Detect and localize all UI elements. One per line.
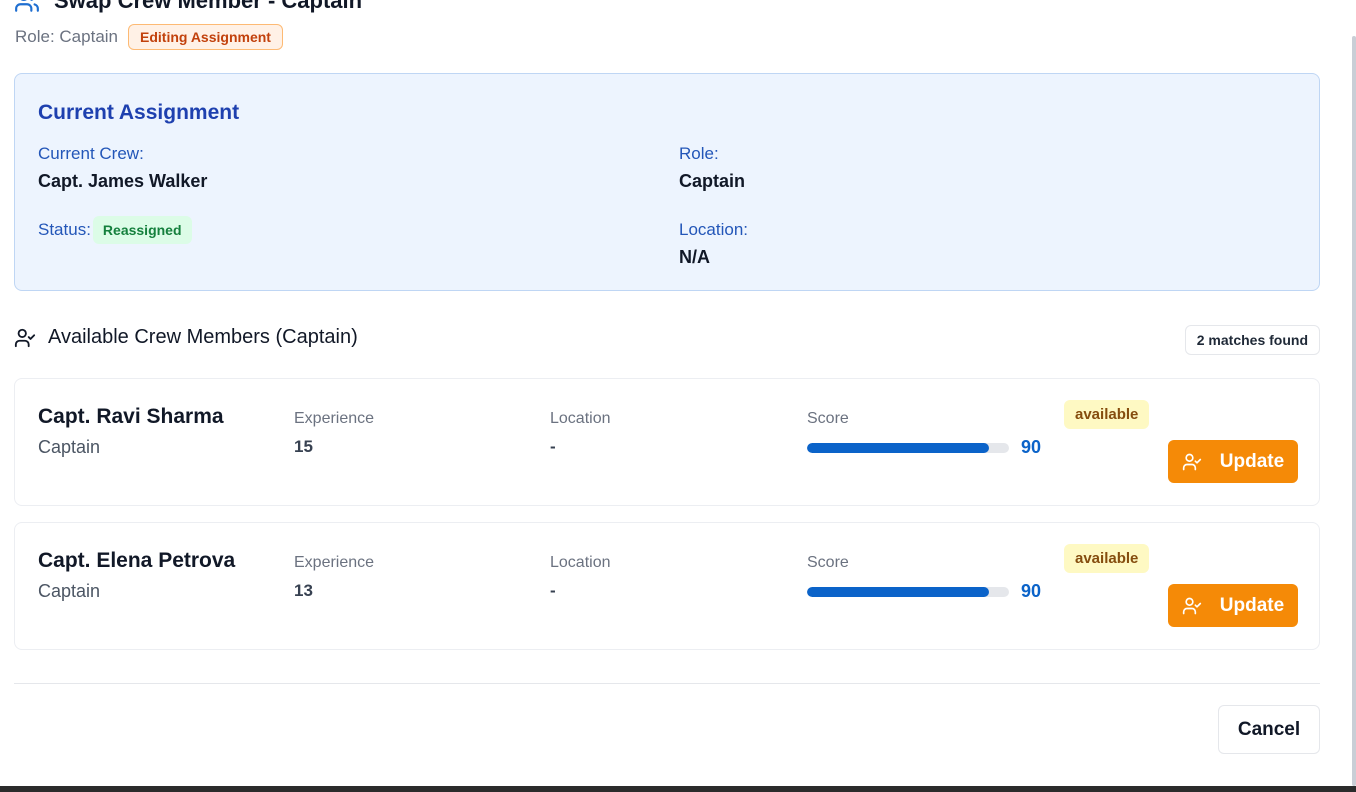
status-label: Status: [38,220,91,239]
available-crew-title: Available Crew Members (Captain) [48,326,358,348]
update-button[interactable]: Update [1168,584,1298,627]
experience-value: 13 [294,581,313,600]
score-bar [807,586,1009,597]
footer-divider [14,683,1320,684]
status-badge: Reassigned [92,216,192,244]
crew-role: Captain [38,437,101,457]
dialog-title: Swap Crew Member - Captain [54,0,363,13]
location-value: - [550,437,556,456]
experience-label: Experience [294,554,375,571]
available-crew-heading: Available Crew Members (Captain) [14,326,358,349]
location-label: Location [550,410,611,427]
matches-count-badge: 2 matches found [1184,325,1320,355]
experience-label: Experience [294,410,375,427]
location-value: N/A [679,247,710,267]
update-button-label: Update [1219,450,1285,472]
crew-role: Captain [38,581,101,601]
current-assignment-card: Current Assignment Current Crew: Capt. J… [14,73,1320,291]
score-bar-fill [807,586,989,597]
score-bar [807,442,1009,453]
role-text: Role: Captain [15,27,119,46]
availability-badge: available [1064,544,1150,573]
location-value: - [550,581,556,600]
current-crew-field: Current Crew: Capt. James Walker [38,144,207,192]
scrollbar-track[interactable] [1350,0,1356,786]
window-bottom-bar [0,786,1356,792]
location-field: Location: N/A [679,220,748,268]
score-value: 90 [1021,581,1042,601]
score-label: Score [807,554,849,571]
score-column: Score 90 [807,554,1041,602]
current-crew-label: Current Crew: [38,144,144,163]
user-check-icon [14,328,36,347]
scrollbar-thumb[interactable] [1352,36,1356,786]
current-assignment-title: Current Assignment [38,101,240,124]
role-field: Role: Captain [679,144,745,192]
experience-column: Experience 13 [294,554,374,601]
editing-badge: Editing Assignment [128,24,283,50]
users-icon [15,0,39,12]
dialog-header: Swap Crew Member - Captain [14,0,362,14]
location-column: Location - [550,410,611,457]
availability-badge: available [1064,400,1150,429]
experience-column: Experience 15 [294,410,374,457]
location-column: Location - [550,554,611,601]
score-value: 90 [1021,437,1042,457]
user-check-icon [1182,597,1201,614]
user-check-icon [1182,453,1201,470]
update-button[interactable]: Update [1168,440,1298,483]
current-crew-value: Capt. James Walker [38,171,208,191]
crew-card: Capt. Ravi Sharma Captain Experience 15 … [14,378,1320,506]
role-label: Role: [679,144,719,163]
dialog-subtitle-row: Role: Captain Editing Assignment [15,24,283,50]
location-label: Location: [679,220,748,239]
update-button-label: Update [1219,594,1285,616]
location-label: Location [550,554,611,571]
experience-value: 15 [294,437,313,456]
status-field: Status: Reassigned [38,216,192,244]
score-column: Score 90 [807,410,1041,458]
score-label: Score [807,410,849,427]
crew-name: Capt. Elena Petrova [38,549,236,572]
score-bar-fill [807,442,989,453]
cancel-button[interactable]: Cancel [1218,705,1320,754]
role-value: Captain [679,171,746,191]
crew-card: Capt. Elena Petrova Captain Experience 1… [14,522,1320,650]
crew-name: Capt. Ravi Sharma [38,405,224,428]
